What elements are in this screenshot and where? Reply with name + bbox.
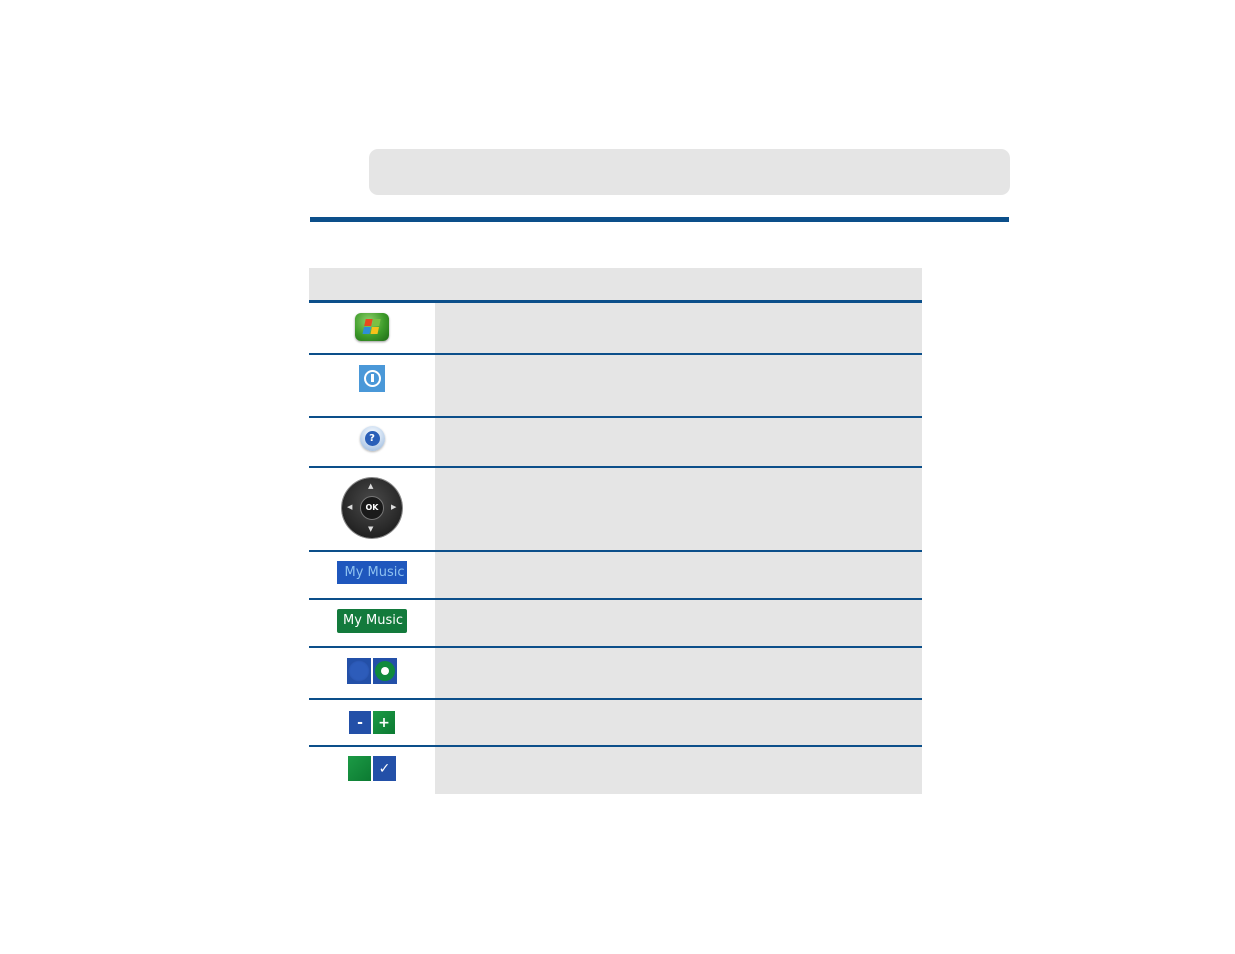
icon-cell: My Music xyxy=(309,600,435,646)
description-cell xyxy=(435,303,922,353)
icon-cell: ▲ ▼ ◀ ▶ OK xyxy=(309,468,435,550)
ok-button[interactable]: OK xyxy=(360,496,384,520)
minus-button[interactable]: - xyxy=(349,711,371,734)
radio-unselected-icon[interactable] xyxy=(347,658,371,684)
arrow-down-icon[interactable]: ▼ xyxy=(368,526,373,533)
checkbox-checked-icon[interactable]: ✓ xyxy=(373,756,396,781)
description-cell xyxy=(435,468,922,550)
table-row: My Music xyxy=(309,552,922,600)
icon-cell: My Music xyxy=(309,552,435,598)
arrow-left-icon[interactable]: ◀ xyxy=(347,504,352,511)
description-cell xyxy=(435,355,922,416)
radio-buttons-icon xyxy=(347,658,397,684)
icon-cell: ✓ xyxy=(309,747,435,794)
windows-start-button-icon[interactable] xyxy=(355,313,389,341)
table-row: ? xyxy=(309,418,922,468)
icon-reference-table: ? ▲ ▼ ◀ ▶ OK My Music My Music - + ✓ xyxy=(309,268,922,794)
table-row: - + xyxy=(309,700,922,747)
title-bar xyxy=(369,149,1010,195)
radio-selected-icon[interactable] xyxy=(373,658,397,684)
remote-navigation-pad-icon[interactable]: ▲ ▼ ◀ ▶ OK xyxy=(342,478,402,538)
windows-flag-icon xyxy=(362,319,381,335)
icon-cell: - + xyxy=(309,700,435,745)
table-row: ✓ xyxy=(309,747,922,794)
description-cell xyxy=(435,418,922,466)
icon-cell xyxy=(309,648,435,698)
power-button-icon[interactable] xyxy=(359,365,385,392)
power-symbol-icon xyxy=(363,370,381,387)
description-cell xyxy=(435,747,922,794)
table-header xyxy=(309,268,922,303)
table-row xyxy=(309,303,922,355)
arrow-right-icon[interactable]: ▶ xyxy=(391,504,396,511)
plus-button[interactable]: + xyxy=(373,711,395,734)
table-row xyxy=(309,648,922,700)
icon-cell xyxy=(309,355,435,416)
icon-cell: ? xyxy=(309,418,435,466)
arrow-up-icon[interactable]: ▲ xyxy=(368,483,373,490)
icon-cell xyxy=(309,303,435,353)
checkbox-focused-icon[interactable] xyxy=(348,756,371,781)
description-cell xyxy=(435,648,922,698)
description-cell xyxy=(435,552,922,598)
section-divider xyxy=(310,217,1009,222)
description-cell xyxy=(435,600,922,646)
description-cell xyxy=(435,700,922,745)
table-row: My Music xyxy=(309,600,922,648)
question-mark-icon: ? xyxy=(364,431,380,446)
my-music-button-unfocused[interactable]: My Music xyxy=(337,561,407,584)
table-row: ▲ ▼ ◀ ▶ OK xyxy=(309,468,922,552)
help-button-icon[interactable]: ? xyxy=(359,426,385,451)
checkbox-icon: ✓ xyxy=(348,756,396,781)
minus-plus-buttons-icon: - + xyxy=(349,711,395,734)
my-music-button-focused[interactable]: My Music xyxy=(336,609,408,633)
table-row xyxy=(309,355,922,418)
